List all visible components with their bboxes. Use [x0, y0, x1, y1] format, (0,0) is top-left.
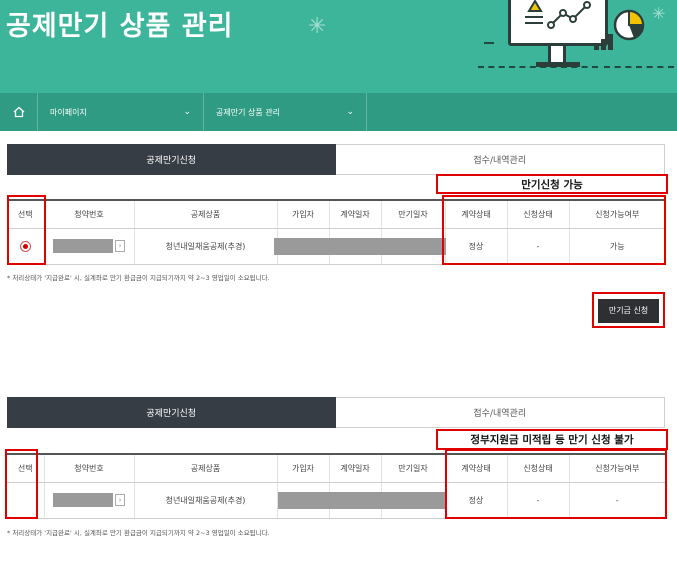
tab-apply[interactable]: 공제만기신청: [7, 397, 336, 428]
home-button[interactable]: [0, 93, 38, 131]
product-cell: 청년내일채움공제(추경): [133, 228, 277, 265]
redacted-block: [274, 238, 446, 255]
contract-status-cell: 정상: [444, 482, 507, 519]
detail-button[interactable]: ›: [115, 494, 125, 506]
tab-bar: 공제만기신청 접수/내역관리: [7, 144, 665, 175]
dash-line: [484, 42, 494, 44]
sparkle-icon: ✳: [652, 4, 666, 23]
select-cell: [7, 228, 44, 265]
select-radio[interactable]: [19, 240, 31, 252]
chevron-down-icon: ⌄: [183, 107, 191, 117]
subscription-no-cell: ›: [43, 482, 134, 519]
nav-dropdown-mypage[interactable]: 마이페이지 ⌄: [38, 93, 204, 131]
panel-available: 공제만기신청 접수/내역관리: [7, 144, 665, 175]
col-select: 선택: [7, 199, 44, 229]
hero-banner: 공제만기 상품 관리 ✳ ✳: [0, 0, 677, 93]
chevron-down-icon: ⌄: [346, 107, 354, 117]
col-subscriber: 가입자: [276, 199, 329, 229]
redacted-block: [53, 493, 113, 507]
col-availability: 신청가능여부: [568, 453, 665, 483]
home-icon: [13, 106, 24, 118]
breadcrumb-nav: 마이페이지 ⌄ 공제만기 상품 관리 ⌄: [0, 93, 677, 131]
callout-available: 만기신청 가능: [436, 174, 668, 194]
tab-apply[interactable]: 공제만기신청: [7, 144, 336, 175]
subscription-no-cell: ›: [43, 228, 134, 265]
monitor-base: [536, 62, 580, 67]
col-availability: 신청가능여부: [568, 199, 665, 229]
tab-bar: 공제만기신청 접수/내역관리: [7, 397, 665, 428]
footnote: * 처리상태가 '지급완료' 시, 실계좌로 만기 환급금이 지급되기까지 약 …: [7, 274, 270, 282]
tab-history[interactable]: 접수/내역관리: [335, 397, 665, 428]
col-select: 선택: [7, 453, 44, 483]
col-apply-status: 신청상태: [506, 453, 569, 483]
col-subscriber: 가입자: [276, 453, 329, 483]
apply-button-frame: 만기금 신청: [592, 292, 665, 328]
col-maturity-date: 만기일자: [380, 453, 445, 483]
availability-cell: 가능: [568, 228, 665, 265]
product-cell: 청년내일채움공제(추경): [133, 482, 277, 519]
table-header-row: 선택 청약번호 공제상품 가입자 계약일자 만기일자 계약상태 신청상태 신청가…: [7, 453, 665, 483]
dash-line: [604, 66, 674, 68]
panel-unavailable: 공제만기신청 접수/내역관리: [7, 397, 665, 428]
col-contract-status: 계약상태: [444, 453, 507, 483]
table-header-row: 선택 청약번호 공제상품 가입자 계약일자 만기일자 계약상태 신청상태 신청가…: [7, 199, 665, 229]
pie-chart-icon: [613, 9, 645, 41]
nav-dropdown-contract[interactable]: 공제만기 상품 관리 ⌄: [204, 93, 367, 131]
col-product: 공제상품: [133, 199, 277, 229]
contract-status-cell: 정상: [444, 228, 507, 265]
callout-unavailable: 정부지원금 미적립 등 만기 신청 불가: [436, 429, 668, 450]
col-contract-date: 계약일자: [328, 199, 381, 229]
redacted-block: [53, 239, 113, 253]
footnote: * 처리상태가 '지급완료' 시, 실계좌로 만기 환급금이 지급되기까지 약 …: [7, 529, 270, 537]
col-contract-status: 계약상태: [444, 199, 507, 229]
availability-cell: -: [568, 482, 665, 519]
col-apply-status: 신청상태: [506, 199, 569, 229]
apply-status-cell: -: [506, 228, 569, 265]
sparkle-icon: ✳: [308, 14, 327, 39]
col-maturity-date: 만기일자: [380, 199, 445, 229]
select-cell: [7, 482, 44, 519]
nav-label: 공제만기 상품 관리: [216, 107, 280, 117]
detail-button[interactable]: ›: [115, 240, 125, 252]
col-subscription-no: 청약번호: [43, 199, 134, 229]
chart-icon: [525, 0, 591, 29]
monitor-illustration: [508, 0, 608, 46]
maturity-apply-button[interactable]: 만기금 신청: [598, 298, 659, 323]
tab-history[interactable]: 접수/내역관리: [335, 144, 665, 175]
col-product: 공제상품: [133, 453, 277, 483]
redacted-block: [278, 492, 446, 509]
col-contract-date: 계약일자: [328, 453, 381, 483]
apply-status-cell: -: [506, 482, 569, 519]
page-title: 공제만기 상품 관리: [6, 11, 234, 42]
nav-label: 마이페이지: [50, 107, 87, 117]
col-subscription-no: 청약번호: [43, 453, 134, 483]
